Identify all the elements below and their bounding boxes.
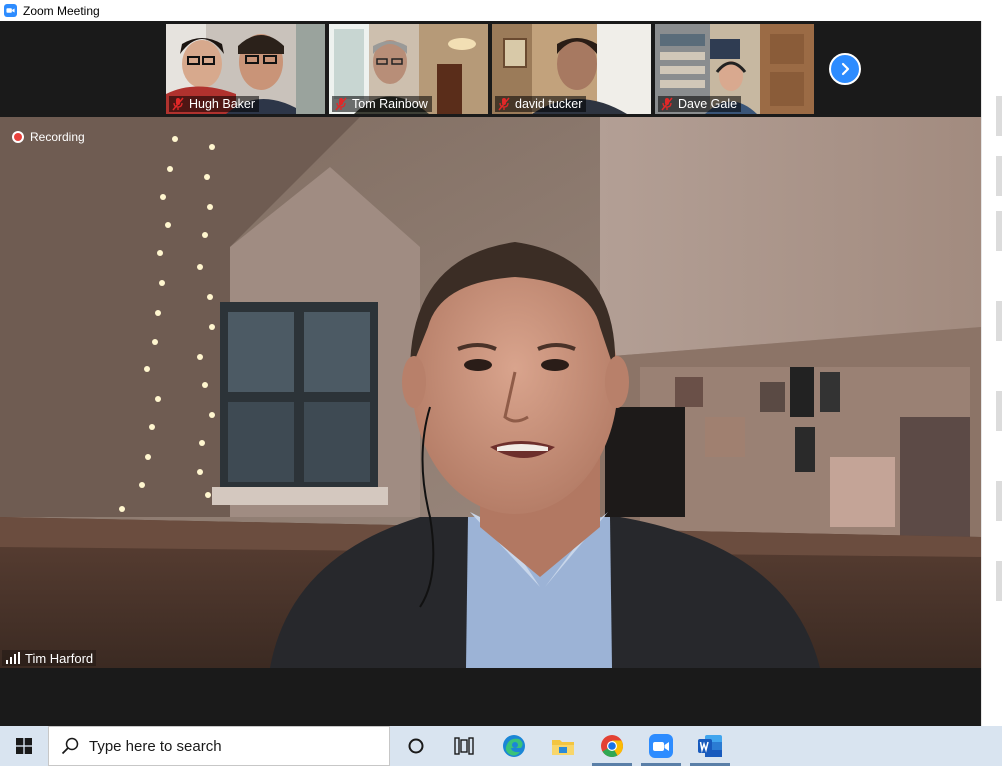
participant-thumbnail[interactable]: Tom Rainbow: [329, 24, 488, 114]
side-divider: [996, 96, 1002, 136]
participant-name-tag: david tucker: [495, 96, 587, 112]
signal-bars-icon: [6, 652, 20, 664]
participant-thumbnail[interactable]: david tucker: [492, 24, 651, 114]
recording-dot-icon: [12, 131, 24, 143]
word-taskbar-button[interactable]: [686, 726, 734, 766]
microphone-muted-icon: [498, 97, 510, 111]
speaker-video-frame: [0, 117, 981, 668]
participant-name: Tom Rainbow: [352, 97, 428, 111]
window-title: Zoom Meeting: [23, 3, 100, 18]
search-icon: [61, 737, 79, 755]
microphone-muted-icon: [661, 97, 673, 111]
recording-label: Recording: [30, 130, 85, 144]
side-divider: [996, 301, 1002, 341]
zoom-taskbar-button[interactable]: [637, 726, 685, 766]
participant-name-tag: Hugh Baker: [169, 96, 260, 112]
cortana-icon: [408, 738, 424, 754]
active-speaker-video[interactable]: Recording Tim Harford: [0, 117, 981, 668]
side-divider: [996, 561, 1002, 601]
start-button[interactable]: [0, 726, 48, 766]
task-view-button[interactable]: [440, 726, 488, 766]
edge-taskbar-button[interactable]: [490, 726, 538, 766]
taskbar-search-box[interactable]: Type here to search: [48, 726, 390, 766]
chrome-taskbar-button[interactable]: [588, 726, 636, 766]
participant-name-tag: Tom Rainbow: [332, 96, 432, 112]
zoom-icon: [649, 734, 673, 758]
side-divider: [996, 481, 1002, 521]
next-page-button[interactable]: [829, 53, 861, 85]
edge-icon: [503, 735, 525, 757]
microphone-muted-icon: [335, 97, 347, 111]
chrome-icon: [601, 735, 623, 757]
task-view-icon: [454, 737, 474, 755]
side-divider: [996, 391, 1002, 431]
participant-strip: Hugh Baker Tom Rainbow david tucker Dave…: [0, 21, 981, 117]
speaker-name-tag: Tim Harford: [2, 650, 97, 666]
side-divider: [996, 156, 1002, 196]
participant-name: david tucker: [515, 97, 583, 111]
microphone-muted-icon: [172, 97, 184, 111]
participant-thumbnail[interactable]: Hugh Baker: [166, 24, 325, 114]
cortana-button[interactable]: [392, 726, 440, 766]
background-window-edge: [981, 21, 1002, 726]
window-titlebar: Zoom Meeting: [0, 0, 1002, 21]
participant-name-tag: Dave Gale: [658, 96, 742, 112]
meeting-area: Hugh Baker Tom Rainbow david tucker Dave…: [0, 21, 981, 726]
word-icon: [698, 735, 722, 757]
participant-name: Dave Gale: [678, 97, 738, 111]
speaker-name: Tim Harford: [25, 650, 94, 666]
windows-start-icon: [16, 738, 32, 754]
participant-thumbnail[interactable]: Dave Gale: [655, 24, 814, 114]
side-divider: [996, 211, 1002, 251]
participant-name: Hugh Baker: [189, 97, 256, 111]
file-explorer-taskbar-button[interactable]: [539, 726, 587, 766]
search-placeholder: Type here to search: [89, 737, 222, 755]
file-explorer-icon: [552, 740, 574, 755]
recording-indicator: Recording: [12, 129, 85, 145]
chevron-right-icon: [841, 62, 850, 76]
zoom-app-icon: [4, 4, 17, 17]
